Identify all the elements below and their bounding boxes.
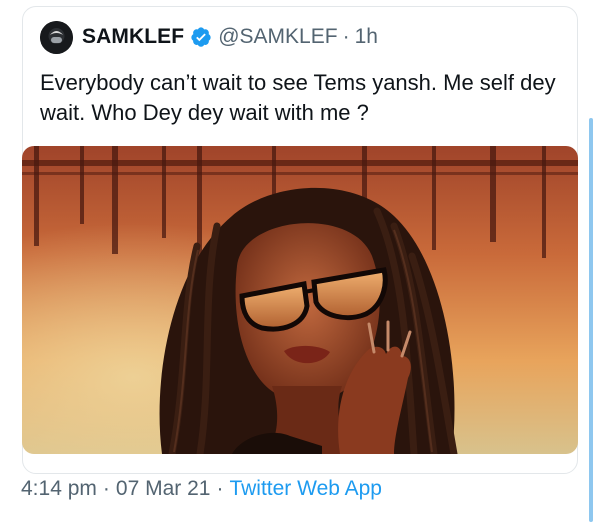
tweet-time[interactable]: 4:14 pm <box>21 477 97 501</box>
header-separator: · <box>342 25 350 48</box>
tweet-date[interactable]: 07 Mar 21 <box>116 477 211 501</box>
avatar-icon <box>40 20 73 54</box>
tweet-age[interactable]: 1h <box>355 25 378 49</box>
tweet-source-link[interactable]: Twitter Web App <box>229 477 382 501</box>
tweet-text: Everybody can’t wait to see Tems yansh. … <box>40 70 556 125</box>
tweet-header: SAMKLEF @SAMKLEF · 1h <box>40 20 378 54</box>
avatar[interactable] <box>40 20 73 54</box>
tweet-footer: 4:14 pm · 07 Mar 21 · Twitter Web App <box>21 474 382 504</box>
verified-badge-icon <box>191 27 211 47</box>
tweet-screenshot: SAMKLEF @SAMKLEF · 1h Everybody can’t wa… <box>0 0 595 522</box>
footer-separator: · <box>102 477 110 500</box>
scrollbar[interactable] <box>589 118 593 522</box>
author-name[interactable]: SAMKLEF <box>82 25 184 49</box>
footer-separator: · <box>216 477 224 500</box>
author-handle[interactable]: @SAMKLEF <box>218 25 337 49</box>
tweet-photo[interactable] <box>22 146 578 454</box>
photo-image <box>22 146 578 454</box>
